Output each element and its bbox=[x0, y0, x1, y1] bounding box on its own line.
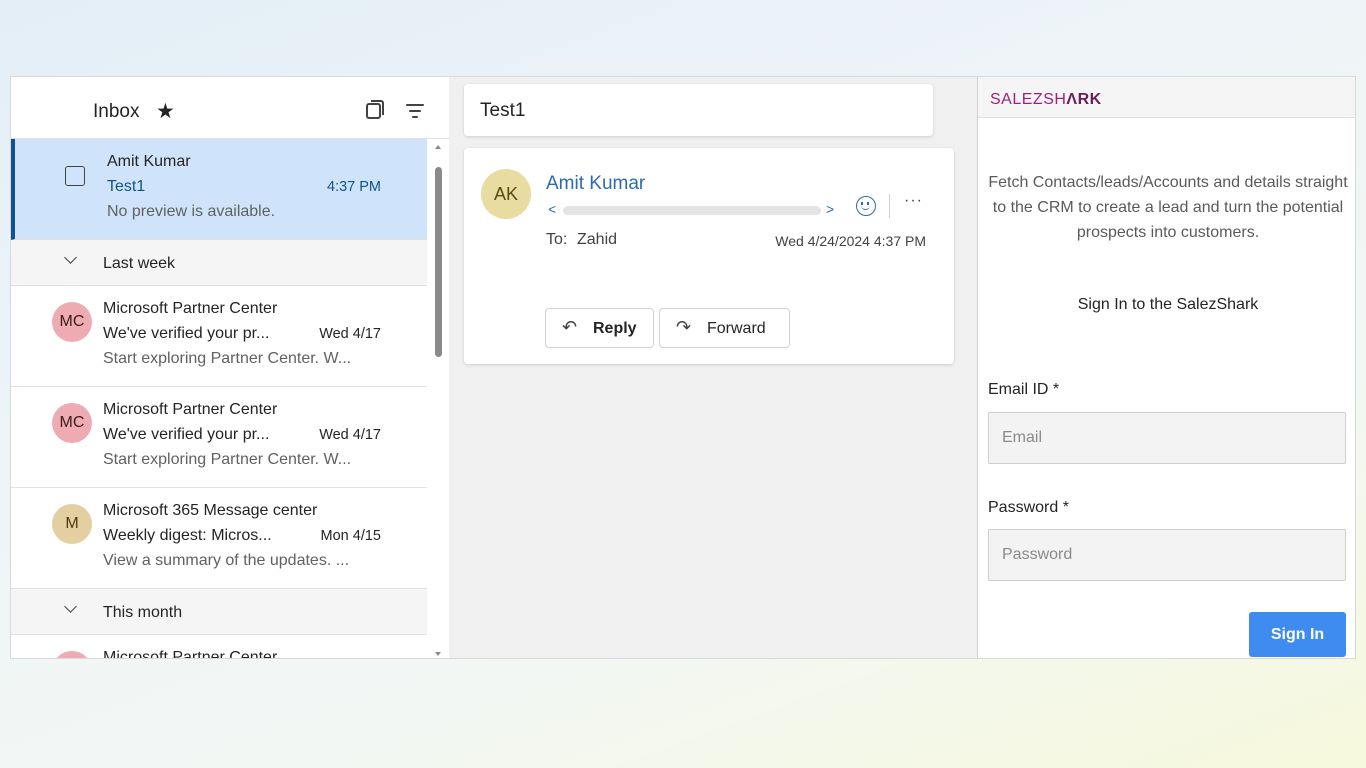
group-label: Last week bbox=[103, 255, 176, 272]
subject-card: Test1 bbox=[464, 84, 933, 136]
mail-item[interactable]: MC Microsoft Partner Center bbox=[11, 635, 427, 659]
mail-preview: Start exploring Partner Center. W... bbox=[103, 451, 352, 468]
mail-date: Mon 4/15 bbox=[320, 528, 381, 544]
avatar: MC bbox=[52, 302, 92, 342]
mail-date: Wed 4/17 bbox=[319, 427, 381, 443]
sender-avatar[interactable]: AK bbox=[481, 169, 531, 219]
mail-item[interactable]: M Microsoft 365 Message center Weekly di… bbox=[11, 488, 427, 589]
email-field[interactable] bbox=[988, 412, 1346, 464]
mail-sender: Microsoft 365 Message center bbox=[103, 502, 318, 519]
mail-list-pane: Inbox ★ Amit Kumar Test1 4:37 PM No prev… bbox=[11, 77, 449, 659]
mail-date: Wed 4/17 bbox=[319, 326, 381, 342]
mail-item-selected[interactable]: Amit Kumar Test1 4:37 PM No preview is a… bbox=[11, 139, 427, 240]
mail-subject: We've verified your pr... bbox=[103, 426, 270, 443]
reply-button[interactable]: ↶ Reply bbox=[545, 308, 654, 348]
mail-sender: Microsoft Partner Center bbox=[103, 649, 278, 659]
signin-title: Sign In to the SalezShark bbox=[1077, 296, 1259, 313]
mail-item[interactable]: MC Microsoft Partner Center We've verifi… bbox=[11, 286, 427, 387]
mail-time: 4:37 PM bbox=[327, 179, 381, 195]
sign-in-button[interactable]: Sign In bbox=[1249, 612, 1346, 657]
avatar: MC bbox=[52, 651, 92, 658]
addin-description: Fetch Contacts/leads/Accounts and detail… bbox=[988, 174, 1348, 241]
forward-label: Forward bbox=[707, 320, 766, 337]
avatar: MC bbox=[52, 403, 92, 443]
mail-list-header: Inbox ★ bbox=[11, 77, 449, 139]
group-header-this-month[interactable]: This month bbox=[11, 589, 427, 635]
mail-subject: We've verified your pr... bbox=[103, 325, 270, 342]
message-card: AK Amit Kumar < > ··· To: Zahid Wed 4/24… bbox=[464, 148, 954, 364]
scroll-up-arrow-icon[interactable] bbox=[435, 145, 441, 149]
divider bbox=[889, 194, 890, 218]
mail-preview: No preview is available. bbox=[107, 203, 276, 220]
logo-text-part1: SALEZSH bbox=[990, 91, 1067, 108]
mail-subject: Weekly digest: Micros... bbox=[103, 527, 272, 544]
next-arrow-icon[interactable]: > bbox=[826, 201, 834, 217]
mail-sender: Microsoft Partner Center bbox=[103, 401, 278, 418]
star-icon[interactable]: ★ bbox=[156, 99, 175, 124]
select-mode-icon[interactable] bbox=[366, 100, 384, 119]
reply-label: Reply bbox=[593, 320, 637, 337]
message-subject: Test1 bbox=[480, 100, 526, 121]
mail-preview: Start exploring Partner Center. W... bbox=[103, 350, 352, 367]
mail-sender: Microsoft Partner Center bbox=[103, 300, 278, 317]
mail-list: Amit Kumar Test1 4:37 PM No preview is a… bbox=[11, 139, 427, 659]
more-actions-icon[interactable]: ··· bbox=[904, 192, 923, 210]
mail-preview: View a summary of the updates. ... bbox=[103, 552, 350, 569]
addin-header: SALEZSHΛRK bbox=[978, 77, 1355, 118]
scroll-thumb[interactable] bbox=[435, 167, 442, 357]
forward-button[interactable]: ↷ Forward bbox=[659, 308, 790, 348]
password-label: Password * bbox=[988, 499, 1069, 516]
salezshark-logo: SALEZSHΛRK bbox=[990, 91, 1102, 109]
message-sender[interactable]: Amit Kumar bbox=[546, 173, 645, 195]
mail-subject: Test1 bbox=[107, 178, 146, 195]
emoji-reaction-icon[interactable] bbox=[856, 196, 876, 216]
recipient-name[interactable]: Zahid bbox=[577, 231, 617, 249]
message-nav-scrollbar[interactable] bbox=[563, 206, 821, 215]
forward-arrow-icon: ↷ bbox=[676, 317, 692, 337]
folder-title: Inbox bbox=[93, 101, 140, 122]
group-header-last-week[interactable]: Last week bbox=[11, 240, 427, 286]
group-label: This month bbox=[103, 604, 183, 621]
mail-checkbox[interactable] bbox=[65, 166, 85, 186]
logo-text-part2: ΛRK bbox=[1066, 91, 1102, 108]
previous-arrow-icon[interactable]: < bbox=[548, 201, 556, 217]
to-label: To: bbox=[546, 231, 568, 248]
scroll-down-arrow-icon[interactable] bbox=[435, 652, 441, 656]
message-date: Wed 4/24/2024 4:37 PM bbox=[775, 233, 926, 249]
avatar: M bbox=[52, 504, 92, 544]
chevron-down-icon bbox=[64, 600, 77, 613]
reply-arrow-icon: ↶ bbox=[562, 317, 578, 337]
mail-list-scrollbar[interactable] bbox=[431, 139, 445, 658]
salezshark-addin-pane: SALEZSHΛRK Fetch Contacts/leads/Accounts… bbox=[977, 77, 1355, 658]
outlook-window: Inbox ★ Amit Kumar Test1 4:37 PM No prev… bbox=[10, 76, 1356, 659]
mail-item[interactable]: MC Microsoft Partner Center We've verifi… bbox=[11, 387, 427, 488]
email-label: Email ID * bbox=[988, 381, 1060, 398]
password-field[interactable] bbox=[988, 529, 1346, 581]
chevron-down-icon bbox=[64, 251, 77, 264]
mail-sender: Amit Kumar bbox=[107, 153, 191, 170]
filter-icon[interactable] bbox=[406, 104, 424, 118]
